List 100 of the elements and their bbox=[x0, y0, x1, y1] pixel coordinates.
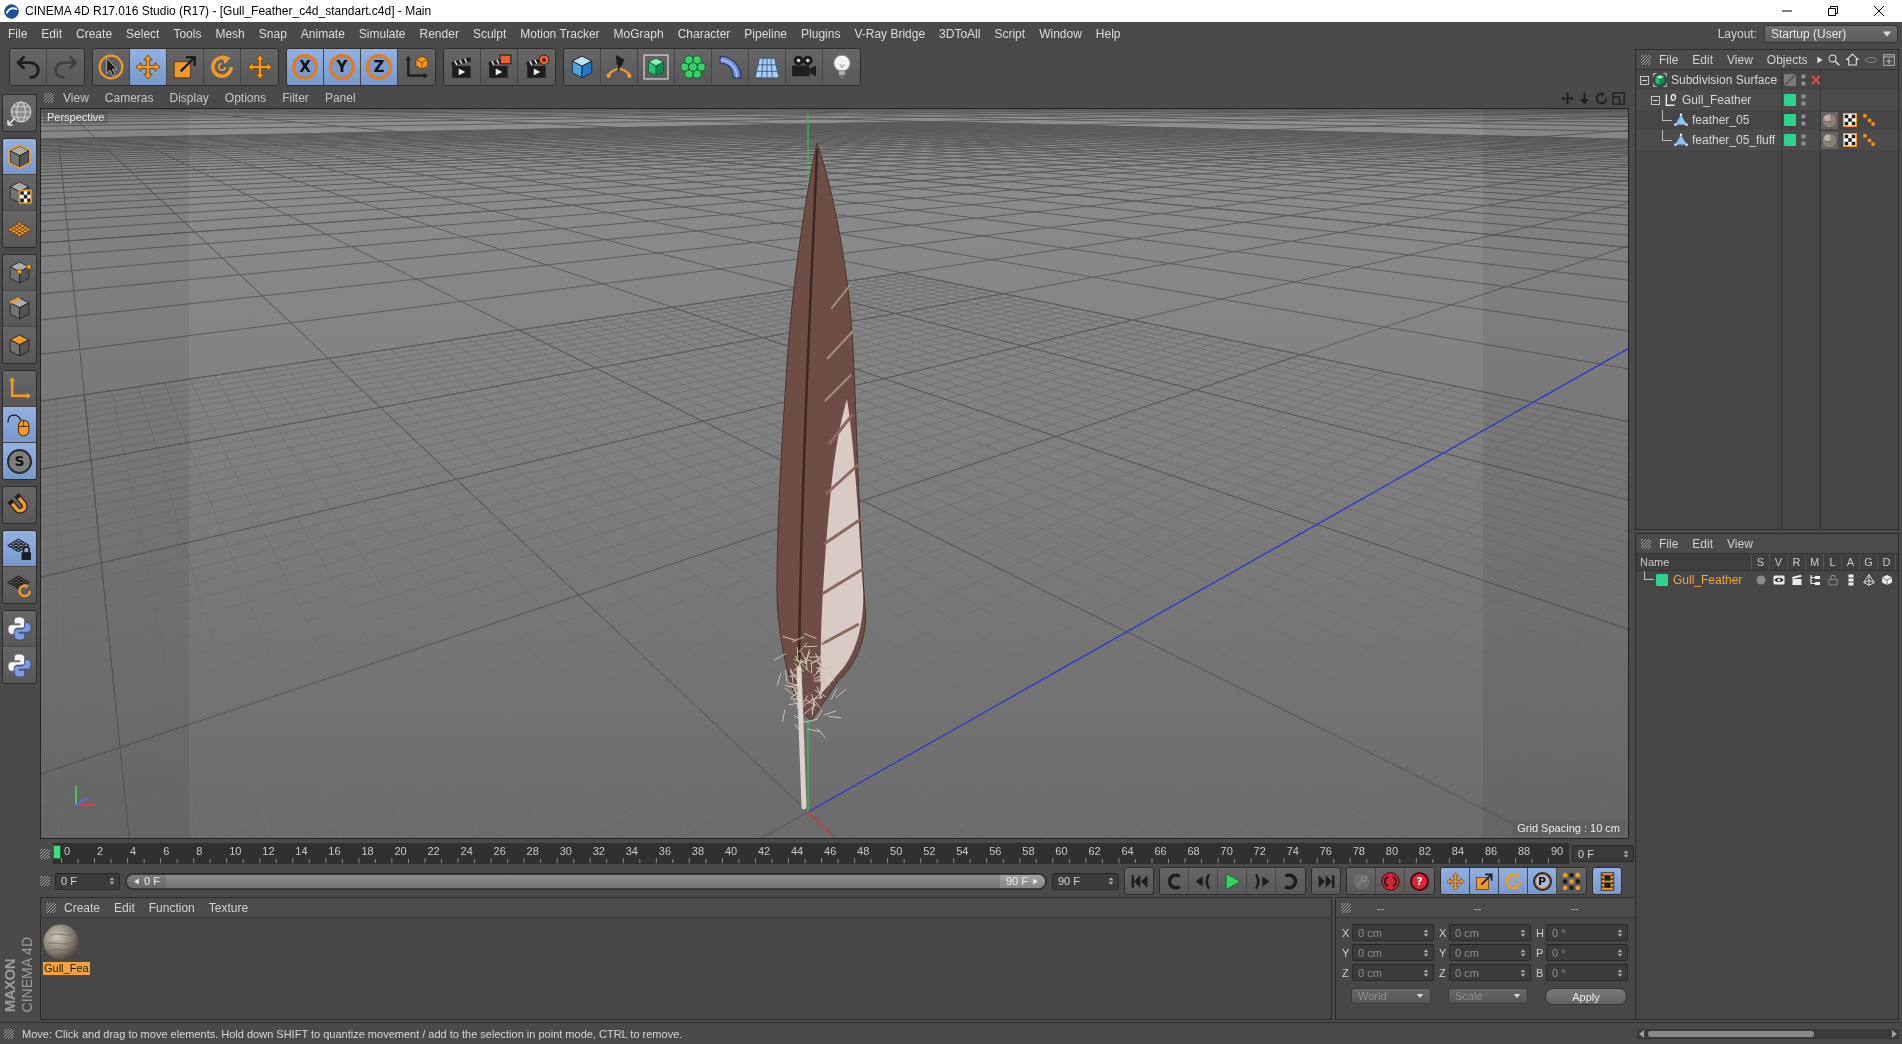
column-header[interactable]: L bbox=[1824, 554, 1842, 570]
play-button[interactable] bbox=[1218, 868, 1247, 894]
visibility-dots-icon[interactable] bbox=[1801, 94, 1806, 106]
prev-frame-button[interactable] bbox=[1189, 868, 1218, 894]
timeline-button[interactable] bbox=[1592, 867, 1622, 895]
menu-item[interactable]: Script bbox=[987, 27, 1033, 41]
panel-menu-item[interactable]: Edit bbox=[1686, 52, 1720, 67]
python-button[interactable] bbox=[3, 611, 36, 647]
checker-tag-icon[interactable] bbox=[1843, 113, 1857, 127]
view-menu-item[interactable]: Cameras bbox=[97, 91, 161, 105]
live-select-button[interactable] bbox=[93, 49, 130, 85]
points-button[interactable] bbox=[3, 255, 36, 291]
feather-drawing[interactable] bbox=[773, 142, 867, 810]
undo-button[interactable] bbox=[10, 49, 47, 85]
column-header[interactable]: V bbox=[1770, 554, 1788, 570]
rotate-button[interactable] bbox=[1499, 868, 1528, 894]
hierarchy-icon[interactable] bbox=[1809, 574, 1821, 586]
timeline-ruler[interactable]: 0 2 4 6 8 10 12 14 16 18 20 22 24 26 28 30 32 34 36 38 40 42 44 46 48 50 52 54 56 58 60 62 64 66 68 70 72 74 76 78 80 82 84 86 88 90 bbox=[53, 843, 1569, 864]
column-header[interactable]: S bbox=[1752, 554, 1770, 570]
current-frame-field[interactable]: 0 F bbox=[1572, 845, 1634, 862]
visibility-dots-icon[interactable] bbox=[1801, 134, 1806, 146]
view-menu-item[interactable]: Options bbox=[217, 91, 274, 105]
view-menu-item[interactable]: Filter bbox=[275, 91, 316, 105]
triangle-mesh-icon[interactable] bbox=[1674, 133, 1688, 147]
panel-grip-icon[interactable] bbox=[1641, 538, 1651, 549]
model-button[interactable] bbox=[3, 139, 36, 175]
floor-button[interactable] bbox=[749, 49, 786, 85]
padlock-icon[interactable] bbox=[1827, 574, 1839, 586]
panel-grip-icon[interactable] bbox=[1641, 54, 1651, 65]
dots-tag-icon[interactable] bbox=[1862, 133, 1876, 147]
menu-item[interactable]: Plugins bbox=[794, 27, 848, 41]
magnet-button[interactable] bbox=[2, 486, 37, 524]
menu-item[interactable]: Select bbox=[119, 27, 167, 41]
texture-button[interactable] bbox=[3, 175, 36, 211]
panel-grip-icon[interactable] bbox=[40, 876, 50, 886]
layer-swatch-icon[interactable] bbox=[1784, 134, 1796, 146]
last-tool-button[interactable] bbox=[241, 49, 278, 85]
rotate-button[interactable] bbox=[204, 49, 241, 85]
tweak-button[interactable] bbox=[3, 407, 36, 443]
material-name[interactable]: Gull_Fea bbox=[43, 962, 90, 975]
range-fill[interactable]: 0 F 90 F bbox=[127, 874, 1045, 888]
menu-item[interactable]: Animate bbox=[293, 27, 352, 41]
menu-item[interactable]: Help bbox=[1088, 27, 1128, 41]
column-header[interactable]: A bbox=[1842, 554, 1860, 570]
panel-menu-item[interactable]: View bbox=[1721, 52, 1759, 67]
search-icon[interactable] bbox=[1828, 53, 1840, 66]
edges-button[interactable] bbox=[3, 291, 36, 327]
snap-button[interactable]: S bbox=[3, 443, 36, 479]
range-start-handle[interactable]: 0 F bbox=[127, 874, 166, 888]
next-frame-button[interactable] bbox=[1247, 868, 1276, 894]
layer-name[interactable]: Gull_Feather bbox=[1673, 573, 1743, 587]
panel-grip-icon[interactable] bbox=[46, 902, 56, 913]
polygons-button[interactable] bbox=[3, 327, 36, 363]
panel-grip-icon[interactable] bbox=[40, 848, 50, 859]
render-settings-button[interactable] bbox=[518, 49, 555, 85]
render-viewer-button[interactable] bbox=[481, 49, 518, 85]
layer-swatch-icon[interactable] bbox=[1784, 114, 1796, 126]
column-header[interactable]: D bbox=[1878, 554, 1896, 570]
view-menu-item[interactable]: View bbox=[56, 91, 96, 105]
collapse-icon[interactable] bbox=[1651, 95, 1660, 105]
menu-item[interactable]: Snap bbox=[251, 27, 294, 41]
layout-dropdown[interactable]: Startup (User) bbox=[1764, 25, 1898, 43]
object-name[interactable]: feather_05 bbox=[1692, 113, 1750, 127]
panel-menu-item[interactable]: File bbox=[1653, 52, 1685, 67]
workplane-rotate-button[interactable] bbox=[3, 567, 36, 603]
solo-dot-icon[interactable] bbox=[1755, 574, 1767, 586]
pyramid-icon[interactable] bbox=[1863, 574, 1875, 586]
camera-button[interactable] bbox=[786, 49, 823, 85]
column-header[interactable]: G bbox=[1860, 554, 1878, 570]
panel-grip-icon[interactable] bbox=[4, 1028, 14, 1039]
start-frame-field[interactable]: 0 F bbox=[55, 872, 120, 890]
panel-menu-item[interactable]: Create bbox=[58, 900, 107, 915]
menu-item[interactable]: Window bbox=[1032, 27, 1089, 41]
spinner-arrows-icon[interactable] bbox=[1107, 877, 1115, 885]
cube-button[interactable] bbox=[564, 49, 601, 85]
panel-menu-item[interactable]: Texture bbox=[202, 900, 255, 915]
home-icon[interactable] bbox=[1846, 53, 1859, 66]
move-button[interactable] bbox=[130, 49, 167, 85]
parameter-key-button[interactable]: P bbox=[1528, 868, 1557, 894]
column-header[interactable]: M bbox=[1806, 554, 1824, 570]
axis-button[interactable] bbox=[3, 371, 36, 407]
material-ball-icon[interactable] bbox=[1821, 131, 1838, 149]
eye-icon[interactable] bbox=[1773, 574, 1785, 586]
clapper-icon[interactable] bbox=[1791, 574, 1803, 586]
scale-button[interactable] bbox=[1470, 868, 1499, 894]
spinner-arrows-icon[interactable] bbox=[108, 877, 116, 885]
menu-item[interactable]: Render bbox=[412, 27, 466, 41]
menu-item[interactable]: V-Ray Bridge bbox=[847, 27, 933, 41]
move-button[interactable] bbox=[1441, 868, 1470, 894]
menu-item[interactable]: Character bbox=[670, 27, 738, 41]
object-name[interactable]: Subdivision Surface bbox=[1671, 73, 1778, 87]
go-end-button[interactable] bbox=[1311, 867, 1341, 895]
scale-button[interactable] bbox=[167, 49, 204, 85]
menu-item[interactable]: File bbox=[1, 27, 35, 41]
menu-arrow-icon[interactable] bbox=[1815, 55, 1824, 64]
render-view-button[interactable] bbox=[444, 49, 481, 85]
panel-grip-icon[interactable] bbox=[1341, 902, 1351, 913]
horizontal-scrollbar[interactable] bbox=[1637, 1028, 1899, 1039]
record-button[interactable] bbox=[1376, 868, 1405, 894]
material-sphere-icon[interactable] bbox=[43, 924, 79, 960]
